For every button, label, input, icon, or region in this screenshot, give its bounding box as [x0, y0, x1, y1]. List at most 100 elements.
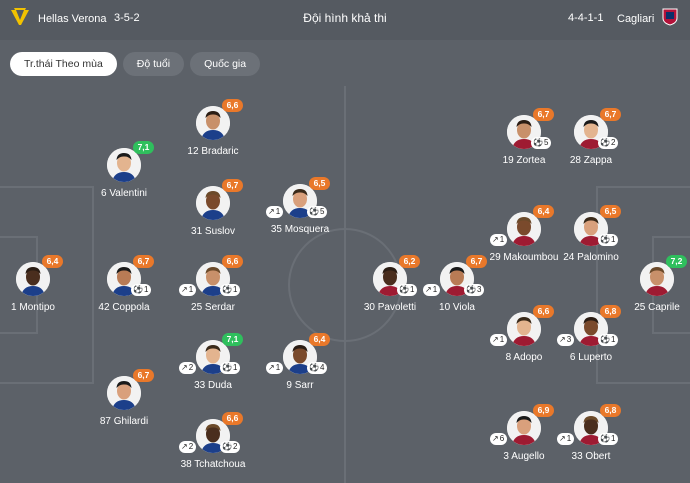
assist-count: 2	[188, 363, 194, 372]
ball-icon: ⚽	[309, 363, 319, 372]
goal-count-chip: ⚽ 5	[531, 137, 552, 149]
boot-icon: ↗	[181, 363, 188, 372]
player-rating: 6,4	[309, 333, 330, 346]
boot-icon: ↗	[559, 335, 566, 344]
goal-count-chip: ⚽ 1	[598, 433, 619, 445]
boot-icon: ↗	[268, 207, 275, 216]
ball-icon: ⚽	[222, 363, 232, 372]
goal-count: 3	[476, 285, 482, 294]
away-formation: 4-4-1-1	[568, 12, 604, 24]
tab-nationality[interactable]: Quốc gia	[190, 52, 261, 76]
tab-season-form[interactable]: Tr.thái Theo mùa	[10, 52, 117, 76]
player-rating: 6,7	[133, 369, 154, 382]
assist-count: 1	[188, 285, 194, 294]
match-header: Hellas Verona 3-5-2 Đội hình khả thi 4-4…	[0, 0, 690, 40]
player-rating: 6,7	[222, 179, 243, 192]
away-team[interactable]: Cagliari	[617, 8, 678, 29]
assist-count: 1	[275, 363, 281, 372]
player-name: 24 Palomino	[563, 252, 619, 263]
player-rating: 6,6	[222, 255, 243, 268]
assist-count: 1	[275, 207, 281, 216]
goal-count-chip: ⚽ 2	[598, 137, 619, 149]
player-name: 28 Zappa	[569, 155, 613, 166]
player-rating: 6,7	[533, 108, 554, 121]
assist-count-chip: ↗ 6	[490, 433, 508, 445]
boot-icon: ↗	[181, 442, 188, 451]
cagliari-logo-icon	[662, 8, 678, 29]
goal-count-chip: ⚽ 5	[307, 206, 328, 218]
boot-icon: ↗	[425, 285, 432, 294]
player-name: 35 Mosquera	[270, 224, 330, 235]
boot-icon: ↗	[268, 363, 275, 372]
player-name: 87 Ghilardi	[99, 416, 149, 427]
view-tabs: Tr.thái Theo mùa Độ tuổi Quốc gia	[10, 52, 261, 76]
player-name: 6 Luperto	[569, 352, 613, 363]
goal-count: 5	[543, 138, 549, 147]
player-rating: 6,7	[133, 255, 154, 268]
assist-count-chip: ↗ 2	[179, 441, 197, 453]
player-rating: 6,5	[600, 205, 621, 218]
ball-icon: ⚽	[222, 442, 232, 451]
player-rating: 6,6	[222, 99, 243, 112]
player-name: 38 Tchatchoua	[180, 459, 246, 470]
assist-count-chip: ↗ 1	[490, 334, 508, 346]
ball-icon: ⚽	[600, 138, 610, 147]
tab-age[interactable]: Độ tuổi	[122, 52, 185, 76]
lineup-widget: Hellas Verona 3-5-2 Đội hình khả thi 4-4…	[0, 0, 690, 483]
player-name: 25 Serdar	[191, 302, 235, 313]
assist-count-chip: ↗ 1	[557, 433, 575, 445]
player-rating: 6,8	[600, 305, 621, 318]
boot-icon: ↗	[492, 434, 499, 443]
player-rating: 6,6	[533, 305, 554, 318]
player-rating: 6,8	[600, 404, 621, 417]
player-name: 6 Valentini	[101, 188, 147, 199]
player-rating: 6,4	[42, 255, 63, 268]
goal-count-chip: ⚽ 2	[220, 441, 241, 453]
player-name: 12 Bradaric	[187, 146, 239, 157]
goal-count-chip: ⚽ 3	[464, 284, 485, 296]
boot-icon: ↗	[181, 285, 188, 294]
boot-icon: ↗	[559, 434, 566, 443]
boot-icon: ↗	[492, 235, 499, 244]
assist-count-chip: ↗ 1	[179, 284, 197, 296]
player-rating: 6,5	[309, 177, 330, 190]
ball-icon: ⚽	[466, 285, 476, 294]
goal-count: 2	[232, 442, 238, 451]
player-rating: 6,6	[222, 412, 243, 425]
assist-count-chip: ↗ 1	[266, 362, 284, 374]
player-rating: 6,9	[533, 404, 554, 417]
ball-icon: ⚽	[222, 285, 232, 294]
away-team-name: Cagliari	[617, 12, 655, 25]
player-rating: 7,1	[133, 141, 154, 154]
player-rating: 6,4	[533, 205, 554, 218]
player-rating: 7,2	[666, 255, 687, 268]
player-rating: 6,2	[399, 255, 420, 268]
goal-count: 1	[610, 434, 616, 443]
goal-count-chip: ⚽ 1	[220, 362, 241, 374]
ball-icon: ⚽	[600, 434, 610, 443]
assist-count: 3	[566, 335, 572, 344]
ball-icon: ⚽	[533, 138, 543, 147]
goal-count: 1	[610, 235, 616, 244]
goal-count-chip: ⚽ 1	[397, 284, 418, 296]
assist-count: 1	[432, 285, 438, 294]
assist-count: 1	[499, 335, 505, 344]
assist-count: 1	[566, 434, 572, 443]
player-name: 9 Sarr	[286, 380, 314, 391]
ball-icon: ⚽	[399, 285, 409, 294]
player-rating: 6,7	[466, 255, 487, 268]
goal-count: 4	[319, 363, 325, 372]
goal-count-chip: ⚽ 1	[598, 234, 619, 246]
player-rating: 7,1	[222, 333, 243, 346]
goal-count: 5	[319, 207, 325, 216]
assist-count: 6	[499, 434, 505, 443]
assist-count-chip: ↗ 1	[423, 284, 441, 296]
goal-count-chip: ⚽ 1	[598, 334, 619, 346]
player-rating: 6,7	[600, 108, 621, 121]
player-name: 33 Obert	[571, 451, 611, 462]
assist-count-chip: ↗ 2	[179, 362, 197, 374]
boot-icon: ↗	[492, 335, 499, 344]
goal-count: 2	[610, 138, 616, 147]
ball-icon: ⚽	[600, 235, 610, 244]
goal-count-chip: ⚽ 4	[307, 362, 328, 374]
